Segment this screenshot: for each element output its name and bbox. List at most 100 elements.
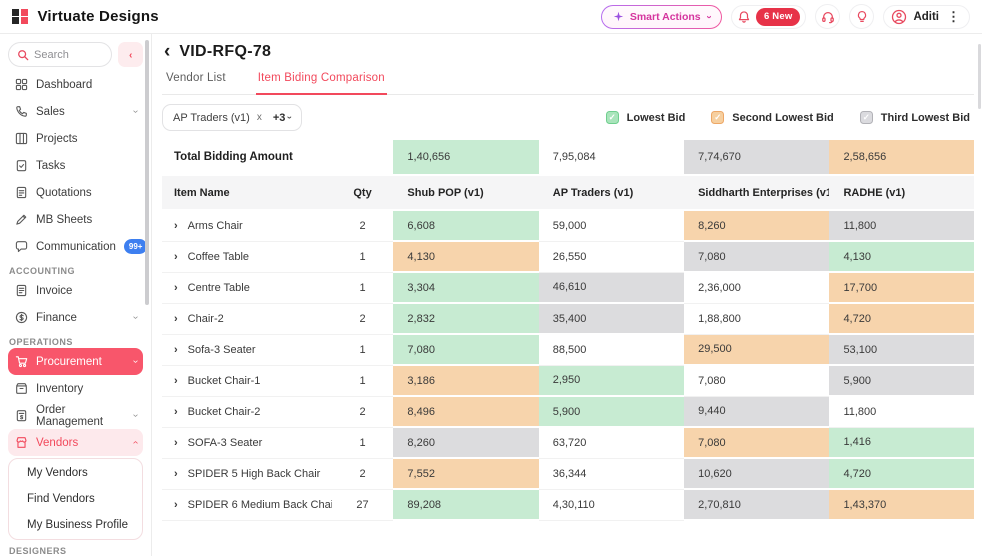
support-button[interactable]	[815, 4, 840, 29]
smart-actions-label: Smart Actions	[630, 11, 701, 23]
bid-cell: 11,800	[829, 396, 974, 427]
sidebar-item-my-vendors[interactable]: My Vendors	[11, 460, 140, 486]
chevron-down-icon: ›	[703, 15, 713, 18]
table-row: ›SPIDER 5 High Back Chair27,55236,34410,…	[162, 458, 974, 489]
bell-icon	[737, 10, 751, 24]
communication-count-badge: 99+	[124, 239, 148, 254]
expand-chevron-icon[interactable]: ›	[174, 375, 178, 387]
third-bid-swatch-icon: ✓	[860, 111, 873, 124]
bid-cell: 59,000	[539, 210, 684, 241]
sidebar-item-tasks[interactable]: Tasks	[8, 152, 143, 179]
order-icon	[14, 409, 28, 423]
sidebar-item-projects[interactable]: Projects	[8, 125, 143, 152]
ideas-button[interactable]	[849, 4, 874, 29]
sidebar-item-my-business-profile[interactable]: My Business Profile	[11, 512, 140, 538]
expand-chevron-icon[interactable]: ›	[174, 468, 178, 480]
item-qty-cell: 1	[332, 241, 394, 272]
brand-logo-icon	[12, 9, 28, 25]
total-qty-cell	[332, 140, 394, 175]
sidebar-item-procurement[interactable]: Procurement›	[8, 348, 143, 375]
item-name-cell: ›Arms Chair	[162, 210, 332, 241]
expand-chevron-icon[interactable]: ›	[174, 437, 178, 449]
search-icon	[17, 49, 29, 61]
bid-cell: 2,950	[539, 365, 684, 396]
expand-chevron-icon[interactable]: ›	[174, 282, 178, 294]
finance-icon	[14, 311, 28, 325]
bid-cell: 63,720	[539, 427, 684, 458]
filter-chip-label: AP Traders (v1)	[173, 112, 250, 124]
more-filters-button[interactable]: +3 ›	[273, 112, 292, 124]
item-name-label: Bucket Chair-1	[188, 375, 261, 387]
inventory-icon	[14, 382, 28, 396]
more-filters-count: +3	[273, 112, 286, 124]
sidebar-item-communication[interactable]: Communication99+	[8, 233, 143, 260]
smart-actions-button[interactable]: Smart Actions ›	[601, 5, 722, 29]
sidebar-item-mb-sheets[interactable]: MB Sheets	[8, 206, 143, 233]
expand-chevron-icon[interactable]: ›	[174, 344, 178, 356]
lowest-bid-swatch-icon: ✓	[606, 111, 619, 124]
kebab-menu-icon[interactable]: ⋮	[945, 9, 962, 25]
sidebar-item-order-management[interactable]: Order Management›	[8, 402, 143, 429]
expand-chevron-icon[interactable]: ›	[174, 499, 178, 511]
bid-cell: 1,43,370	[829, 489, 974, 520]
remove-filter-icon[interactable]: x	[257, 112, 262, 123]
column-header: RADHE (v1)	[829, 175, 974, 210]
tab-bar: Vendor List Item Biding Comparison	[162, 67, 974, 95]
search-input[interactable]	[34, 49, 103, 61]
item-qty-cell: 2	[332, 458, 394, 489]
vendor-filter-chip[interactable]: AP Traders (v1) x +3 ›	[162, 104, 302, 131]
bid-cell: 26,550	[539, 241, 684, 272]
expand-chevron-icon[interactable]: ›	[174, 313, 178, 325]
sidebar-search[interactable]	[8, 42, 112, 67]
item-name-cell: ›Coffee Table	[162, 241, 332, 272]
tab-vendor-list[interactable]: Vendor List	[164, 67, 228, 94]
sidebar-item-label: Order Management	[36, 404, 126, 428]
table-row: ›Arms Chair26,60859,0008,26011,800	[162, 210, 974, 241]
expand-chevron-icon[interactable]: ›	[174, 220, 178, 232]
sidebar-item-dashboard[interactable]: Dashboard	[8, 71, 143, 98]
tab-item-biding-comparison[interactable]: Item Biding Comparison	[256, 67, 387, 95]
bid-cell: 5,900	[829, 365, 974, 396]
sidebar-item-vendors[interactable]: Vendors›	[8, 429, 143, 456]
column-header: Siddharth Enterprises (v1)	[684, 175, 829, 210]
expand-chevron-icon[interactable]: ›	[174, 251, 178, 263]
page-title: VID-RFQ-78	[179, 43, 271, 61]
sidebar-collapse-button[interactable]: ›	[118, 42, 143, 67]
bid-cell: 8,496	[393, 396, 538, 427]
cart-icon	[14, 355, 28, 369]
sidebar-item-finance[interactable]: Finance›	[8, 304, 143, 331]
vendors-submenu: My VendorsFind VendorsMy Business Profil…	[8, 458, 143, 540]
legend-item-lowest: ✓Lowest Bid	[606, 111, 686, 124]
sidebar-item-quotations[interactable]: Quotations	[8, 179, 143, 206]
table-row: ›SPIDER 6 Medium Back Chair2789,2084,30,…	[162, 489, 974, 520]
sidebar-item-inventory[interactable]: Inventory	[8, 375, 143, 402]
bid-cell: 3,186	[393, 365, 538, 396]
user-menu[interactable]: Aditi ⋮	[883, 5, 970, 29]
quotations-icon	[14, 186, 28, 200]
bid-cell: 2,70,810	[684, 489, 829, 520]
column-header: Item Name	[162, 175, 332, 210]
sidebar-item-label: Vendors	[36, 437, 78, 449]
sidebar-item-find-vendors[interactable]: Find Vendors	[11, 486, 140, 512]
sidebar-scrollbar[interactable]	[145, 40, 149, 305]
expand-chevron-icon[interactable]: ›	[174, 406, 178, 418]
total-bidding-row: Total Bidding Amount1,40,6567,95,0847,74…	[162, 140, 974, 175]
chat-icon	[14, 240, 28, 254]
main-content: ‹ VID-RFQ-78 Vendor List Item Biding Com…	[152, 34, 982, 556]
column-header: Shub POP (v1)	[393, 175, 538, 210]
comparison-table: Total Bidding Amount1,40,6567,95,0847,74…	[162, 140, 974, 521]
item-name-cell: ›Bucket Chair-2	[162, 396, 332, 427]
notifications-button[interactable]: 6 New	[731, 5, 806, 29]
main-scrollbar[interactable]	[978, 44, 981, 109]
chevron-down-icon: ›	[130, 316, 141, 319]
projects-icon	[14, 132, 28, 146]
sidebar-item-invoice[interactable]: Invoice	[8, 277, 143, 304]
comparison-table-body: Total Bidding Amount1,40,6567,95,0847,74…	[162, 140, 974, 520]
bid-cell: 4,130	[829, 241, 974, 272]
item-name-cell: ›SOFA-3 Seater	[162, 427, 332, 458]
tasks-icon	[14, 159, 28, 173]
notifications-count-badge: 6 New	[756, 8, 800, 26]
back-button[interactable]: ‹	[164, 42, 170, 61]
sidebar-item-sales[interactable]: Sales›	[8, 98, 143, 125]
bid-cell: 7,080	[684, 365, 829, 396]
